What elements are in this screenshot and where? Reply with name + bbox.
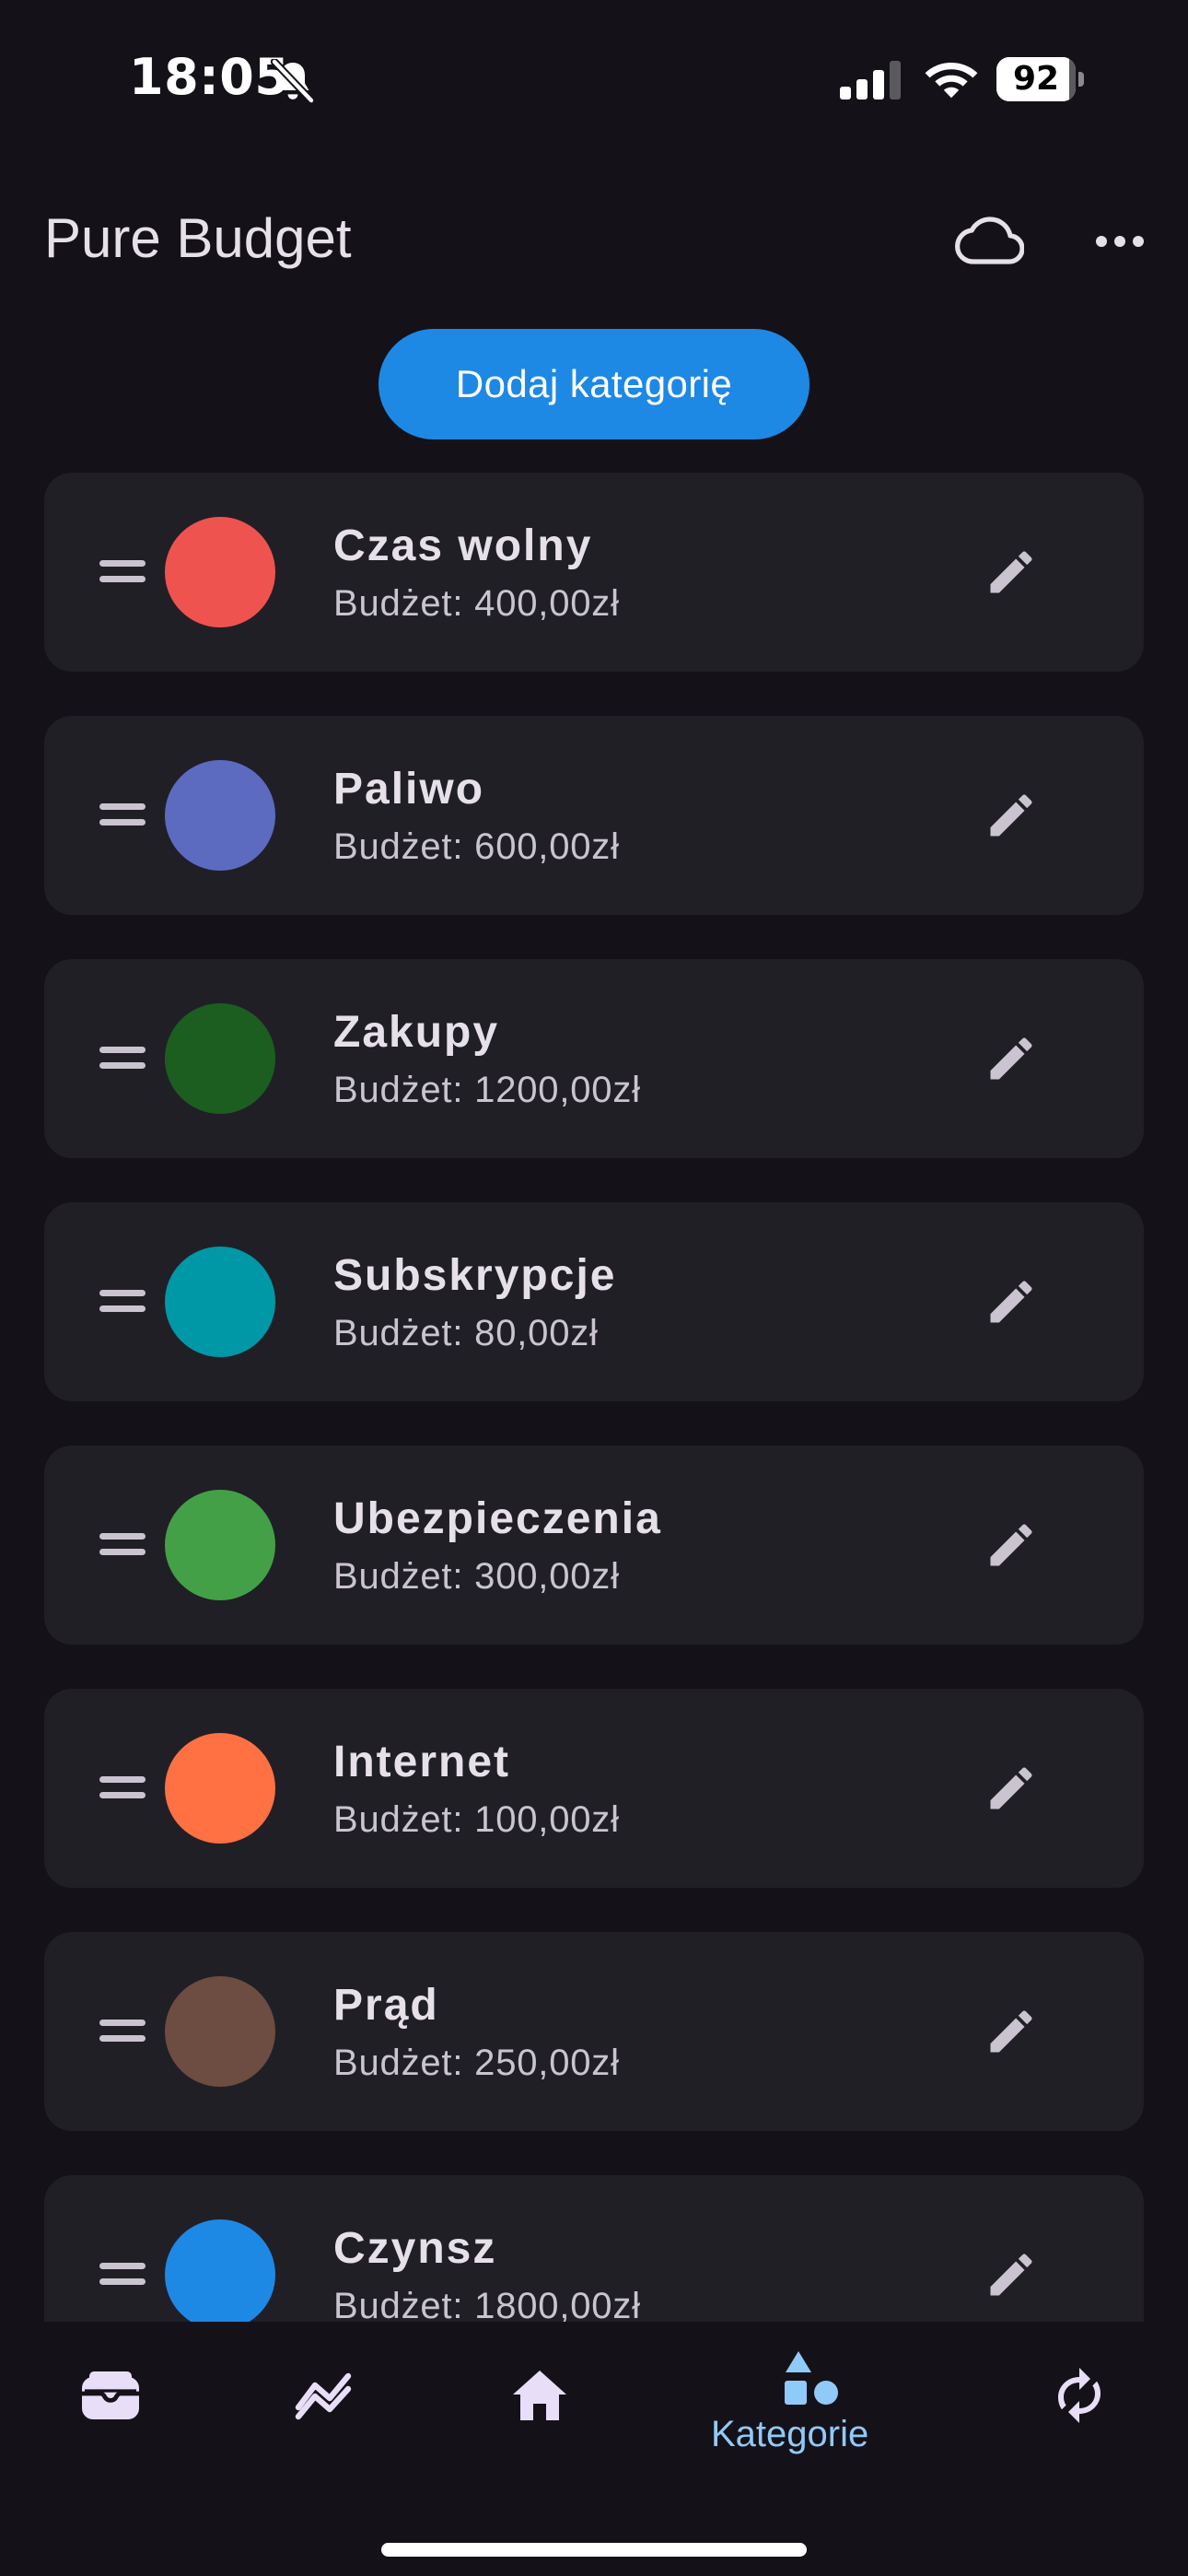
- category-card[interactable]: Internet Budżet: 100,00zł: [44, 1689, 1144, 1888]
- edit-category-button[interactable]: [974, 1265, 1048, 1339]
- drag-handle-icon[interactable]: [99, 1774, 146, 1801]
- pencil-icon: [990, 551, 1032, 593]
- category-list: Czas wolny Budżet: 400,00zł Paliwo Budże…: [0, 473, 1188, 2322]
- home-indicator: [381, 2543, 807, 2557]
- edit-category-button[interactable]: [974, 1508, 1048, 1582]
- bell-slash-icon: [270, 59, 316, 103]
- category-name: Zakupy: [333, 1008, 500, 1057]
- category-budget: Budżet: 80,00zł: [333, 1313, 599, 1353]
- edit-category-button[interactable]: [974, 1995, 1048, 2068]
- category-budget: Budżet: 1200,00zł: [333, 1070, 641, 1110]
- category-color-dot: [165, 1490, 275, 1600]
- category-color-dot: [165, 517, 275, 627]
- more-options-button[interactable]: [1087, 217, 1153, 265]
- chart-icon: [295, 2372, 352, 2420]
- category-name: Subskrypcje: [333, 1251, 617, 1300]
- cloud-icon: [955, 217, 1024, 264]
- nav-item-recurring[interactable]: [1024, 2340, 1135, 2451]
- category-color-dot: [165, 1733, 275, 1844]
- drag-handle-icon[interactable]: [99, 2017, 146, 2044]
- battery-level: 92: [1012, 60, 1060, 98]
- edit-category-button[interactable]: [974, 1022, 1048, 1095]
- shapes-icon: [785, 2351, 838, 2405]
- edit-category-button[interactable]: [974, 535, 1048, 609]
- add-category-button[interactable]: Dodaj kategorię: [379, 329, 809, 439]
- category-name: Prąd: [333, 1981, 439, 2030]
- category-color-dot: [165, 1003, 275, 1114]
- nav-item-wallet[interactable]: [55, 2340, 166, 2451]
- drag-handle-icon[interactable]: [99, 1287, 146, 1315]
- pencil-icon: [990, 1524, 1032, 1566]
- pencil-icon: [990, 1037, 1032, 1080]
- edit-category-button[interactable]: [974, 2238, 1048, 2312]
- category-color-dot: [165, 760, 275, 871]
- wallet-icon: [82, 2371, 139, 2419]
- category-budget: Budżet: 600,00zł: [333, 826, 620, 867]
- drag-handle-icon[interactable]: [99, 1044, 146, 1071]
- category-color-dot: [165, 1247, 275, 1357]
- category-name: Paliwo: [333, 765, 485, 814]
- drag-handle-icon[interactable]: [99, 557, 146, 585]
- pencil-icon: [990, 2254, 1032, 2296]
- cloud-sync-button[interactable]: [949, 207, 1030, 274]
- status-bar: 18:05 92: [0, 0, 1188, 157]
- nav-label-categories[interactable]: Kategorie: [711, 2414, 868, 2455]
- app-title: Pure Budget: [44, 207, 352, 269]
- category-budget: Budżet: 250,00zł: [333, 2043, 620, 2083]
- drag-handle-icon[interactable]: [99, 2260, 146, 2288]
- category-name: Internet: [333, 1738, 511, 1786]
- category-budget: Budżet: 1800,00zł: [333, 2286, 641, 2322]
- category-name: Czynsz: [333, 2224, 497, 2273]
- category-color-dot: [165, 1976, 275, 2087]
- category-card[interactable]: Prąd Budżet: 250,00zł: [44, 1932, 1144, 2131]
- wifi-icon: [925, 63, 978, 99]
- category-card[interactable]: Paliwo Budżet: 600,00zł: [44, 716, 1144, 915]
- drag-handle-icon[interactable]: [99, 1530, 146, 1558]
- category-card[interactable]: Czas wolny Budżet: 400,00zł: [44, 473, 1144, 672]
- category-budget: Budżet: 400,00zł: [333, 583, 620, 624]
- category-card[interactable]: Subskrypcje Budżet: 80,00zł: [44, 1202, 1144, 1401]
- nav-item-categories[interactable]: [755, 2336, 866, 2419]
- sync-icon: [1058, 2368, 1101, 2423]
- battery-icon: 92: [996, 57, 1084, 101]
- home-icon: [513, 2371, 566, 2420]
- category-card[interactable]: Ubezpieczenia Budżet: 300,00zł: [44, 1446, 1144, 1645]
- more-horizontal-icon: [1096, 236, 1144, 247]
- drag-handle-icon[interactable]: [99, 801, 146, 828]
- status-time: 18:05: [129, 48, 290, 106]
- nav-item-stats[interactable]: [269, 2340, 379, 2451]
- category-card[interactable]: Zakupy Budżet: 1200,00zł: [44, 959, 1144, 1158]
- category-budget: Budżet: 300,00zł: [333, 1556, 620, 1597]
- nav-item-home[interactable]: [484, 2340, 595, 2451]
- pencil-icon: [990, 1767, 1032, 1809]
- category-budget: Budżet: 100,00zł: [333, 1799, 620, 1840]
- edit-category-button[interactable]: [974, 1751, 1048, 1825]
- category-name: Ubezpieczenia: [333, 1494, 662, 1543]
- category-name: Czas wolny: [333, 521, 593, 570]
- edit-category-button[interactable]: [974, 779, 1048, 852]
- category-color-dot: [165, 2219, 275, 2322]
- pencil-icon: [990, 1281, 1032, 1323]
- pencil-icon: [990, 794, 1032, 837]
- screen: 18:05 92 Pure Budget Dodaj kategorię Cza…: [0, 0, 1188, 2576]
- pencil-icon: [990, 2010, 1032, 2053]
- category-card[interactable]: Czynsz Budżet: 1800,00zł: [44, 2175, 1144, 2322]
- signal-icon: [840, 61, 901, 100]
